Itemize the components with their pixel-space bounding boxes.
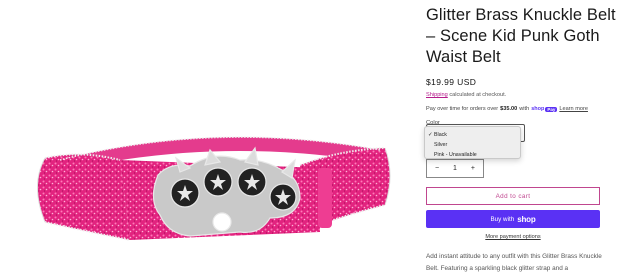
add-to-cart-button[interactable]: Add to cart	[426, 187, 600, 205]
product-description: Add instant attitude to any outfit with …	[426, 253, 602, 272]
quantity-value[interactable]: 1	[453, 165, 457, 172]
product-title: Glitter Brass Knuckle Belt – Scene Kid P…	[426, 6, 616, 66]
shipping-text: calculated at checkout.	[447, 92, 507, 98]
quantity-stepper: − 1 +	[426, 159, 484, 178]
shop-pay-word: shop	[531, 106, 545, 112]
color-option-label: Black	[434, 132, 447, 138]
buy-with-shop-button[interactable]: Buy with shop	[426, 210, 600, 228]
installments-note: Pay over time for orders over $35.00 wit…	[426, 106, 626, 112]
more-payment-options-link[interactable]: More payment options	[426, 234, 600, 240]
quantity-decrease-button[interactable]: −	[435, 165, 439, 172]
learn-more-link[interactable]: Learn more	[559, 106, 588, 112]
color-option-black[interactable]: ✓ Black	[425, 130, 520, 140]
color-option-label: Pink - Unavailable	[434, 152, 477, 158]
color-option-label: Silver	[434, 142, 448, 148]
color-dropdown-menu: ✓ Black Silver Pink - Unavailable	[424, 126, 521, 159]
installments-prefix: Pay over time for orders over	[426, 106, 499, 112]
color-option-pink[interactable]: Pink - Unavailable	[425, 150, 520, 160]
shop-pay-logo: shop Pay	[531, 106, 558, 112]
shop-logo: shop	[517, 214, 536, 224]
product-info: Glitter Brass Knuckle Belt – Scene Kid P…	[426, 0, 626, 126]
belt-illustration	[37, 136, 391, 241]
installments-with: with	[519, 106, 530, 112]
installments-amount: $35.00	[500, 106, 518, 112]
shop-pay-badge: Pay	[545, 106, 558, 112]
shipping-note: Shipping calculated at checkout.	[426, 92, 626, 98]
shipping-link[interactable]: Shipping	[426, 92, 448, 98]
buy-with-label: Buy with	[490, 215, 515, 223]
product-price: $19.99 USD	[426, 77, 477, 87]
quantity-increase-button[interactable]: +	[471, 165, 475, 172]
product-image	[0, 0, 410, 277]
color-option-silver[interactable]: Silver	[425, 140, 520, 150]
